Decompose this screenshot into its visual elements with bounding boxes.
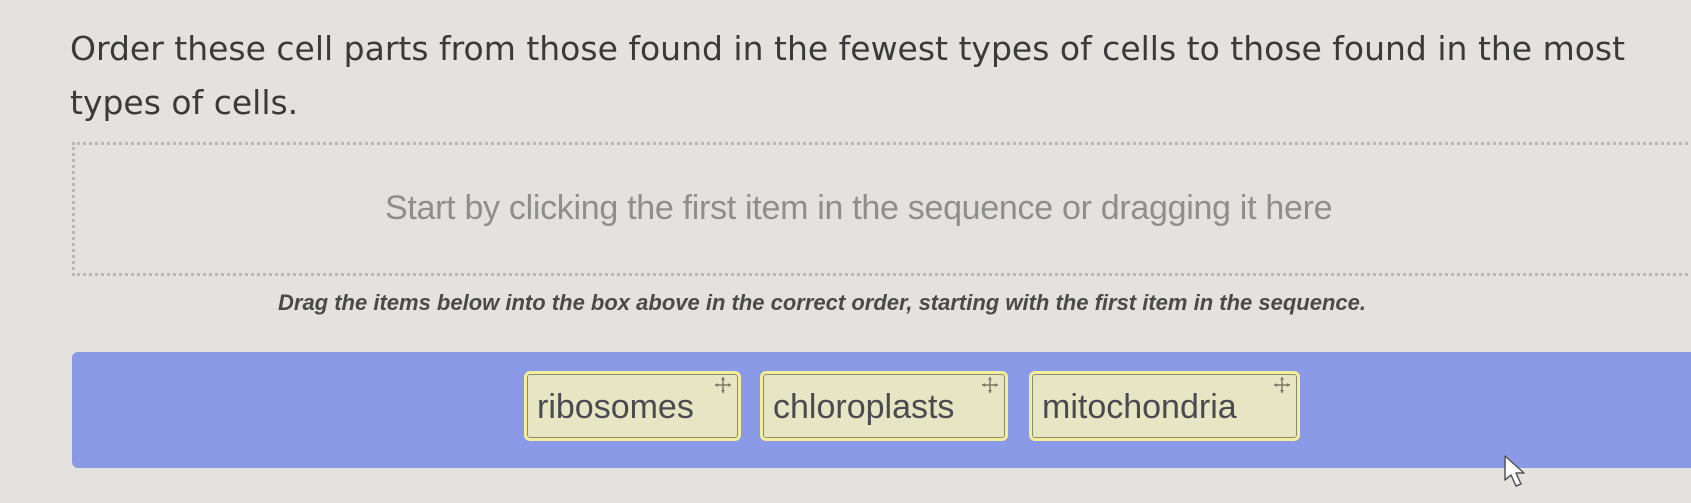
move-icon [982, 377, 998, 393]
item-label: ribosomes [537, 388, 694, 426]
item-mitochondria[interactable]: mitochondria [1029, 371, 1300, 441]
move-icon [1274, 377, 1290, 393]
mouse-cursor-icon [1504, 455, 1525, 487]
item-ribosomes[interactable]: ribosomes [524, 371, 741, 441]
item-chloroplasts[interactable]: chloroplasts [760, 371, 1008, 441]
drag-instruction: Drag the items below into the box above … [278, 290, 1366, 315]
drop-zone-hint: Start by clicking the first item in the … [385, 189, 1333, 227]
question-text: Order these cell parts from those found … [70, 29, 1626, 122]
item-label: mitochondria [1042, 388, 1237, 426]
item-label: chloroplasts [773, 388, 955, 426]
move-icon [715, 377, 731, 393]
